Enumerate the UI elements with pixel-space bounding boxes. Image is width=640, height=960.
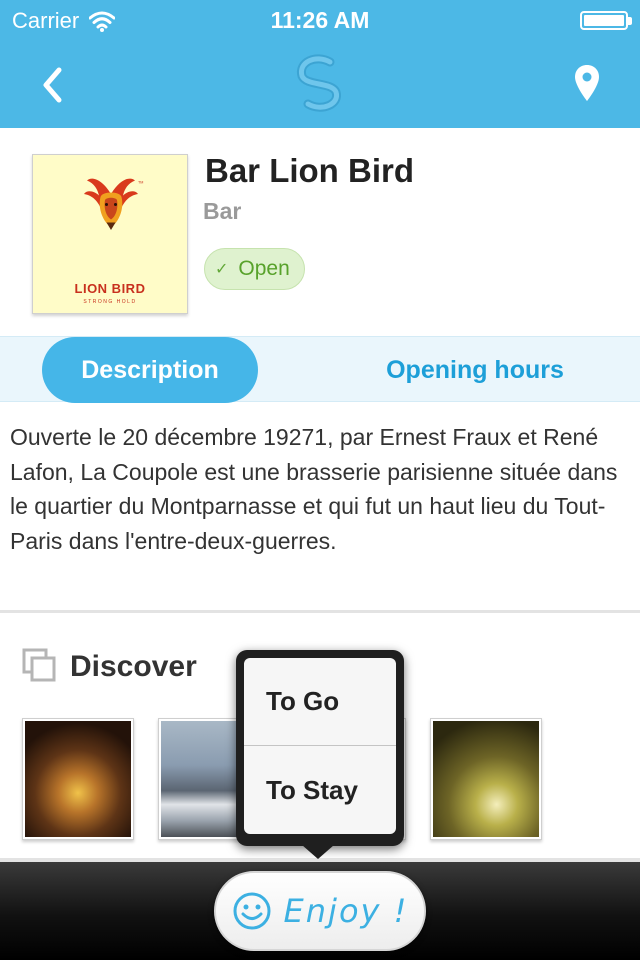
open-status-badge: ✓ Open [204, 248, 305, 290]
popover-arrow [302, 845, 334, 859]
svg-text:TM: TM [138, 181, 143, 185]
to-go-option[interactable]: To Go [244, 658, 396, 746]
app-header: Carrier 11:26 AM [0, 0, 640, 128]
enjoy-button[interactable]: Enjoy ! [214, 871, 426, 951]
battery-icon [580, 11, 632, 30]
open-status-label: Open [238, 257, 290, 280]
venue-type: Bar [203, 198, 242, 224]
enjoy-label: Enjoy ! [283, 892, 409, 930]
discover-title: Discover [70, 650, 197, 683]
gallery-icon [22, 648, 56, 682]
section-divider [0, 610, 640, 613]
order-type-popover: To Go To Stay [236, 650, 404, 846]
logo-wordmark: LION BIRD [74, 281, 146, 296]
location-pin-icon[interactable] [574, 64, 600, 102]
venue-logo: TM LION BIRD STRONG HOLD [32, 154, 188, 314]
carrier-group: Carrier [12, 8, 116, 34]
description-text: Ouverte le 20 décembre 19271, par Ernest… [10, 424, 618, 554]
to-stay-option[interactable]: To Stay [244, 746, 396, 834]
venue-card: TM LION BIRD STRONG HOLD Bar Lion Bird B… [0, 128, 640, 336]
thumbnail-image [25, 721, 131, 837]
lion-bird-logo-icon: TM [84, 178, 143, 230]
discover-thumbnail[interactable] [430, 718, 542, 840]
tab-description[interactable]: Description [42, 337, 258, 403]
logo-tagline: STRONG HOLD [83, 299, 137, 305]
app-logo-icon [297, 54, 341, 112]
back-chevron-icon[interactable] [28, 60, 78, 110]
wifi-icon [89, 11, 116, 32]
battery-nub [628, 17, 632, 25]
tab-bar: Description Opening hours [0, 336, 640, 403]
tab-opening-hours[interactable]: Opening hours [320, 337, 630, 403]
check-icon: ✓ [215, 261, 229, 278]
thumbnail-image [433, 721, 539, 837]
smiley-icon [233, 892, 271, 930]
status-bar: Carrier 11:26 AM [0, 0, 640, 40]
venue-name: Bar Lion Bird [205, 152, 415, 189]
carrier-label: Carrier [12, 8, 80, 33]
discover-thumbnail[interactable] [22, 718, 134, 840]
battery-fill [584, 15, 624, 26]
